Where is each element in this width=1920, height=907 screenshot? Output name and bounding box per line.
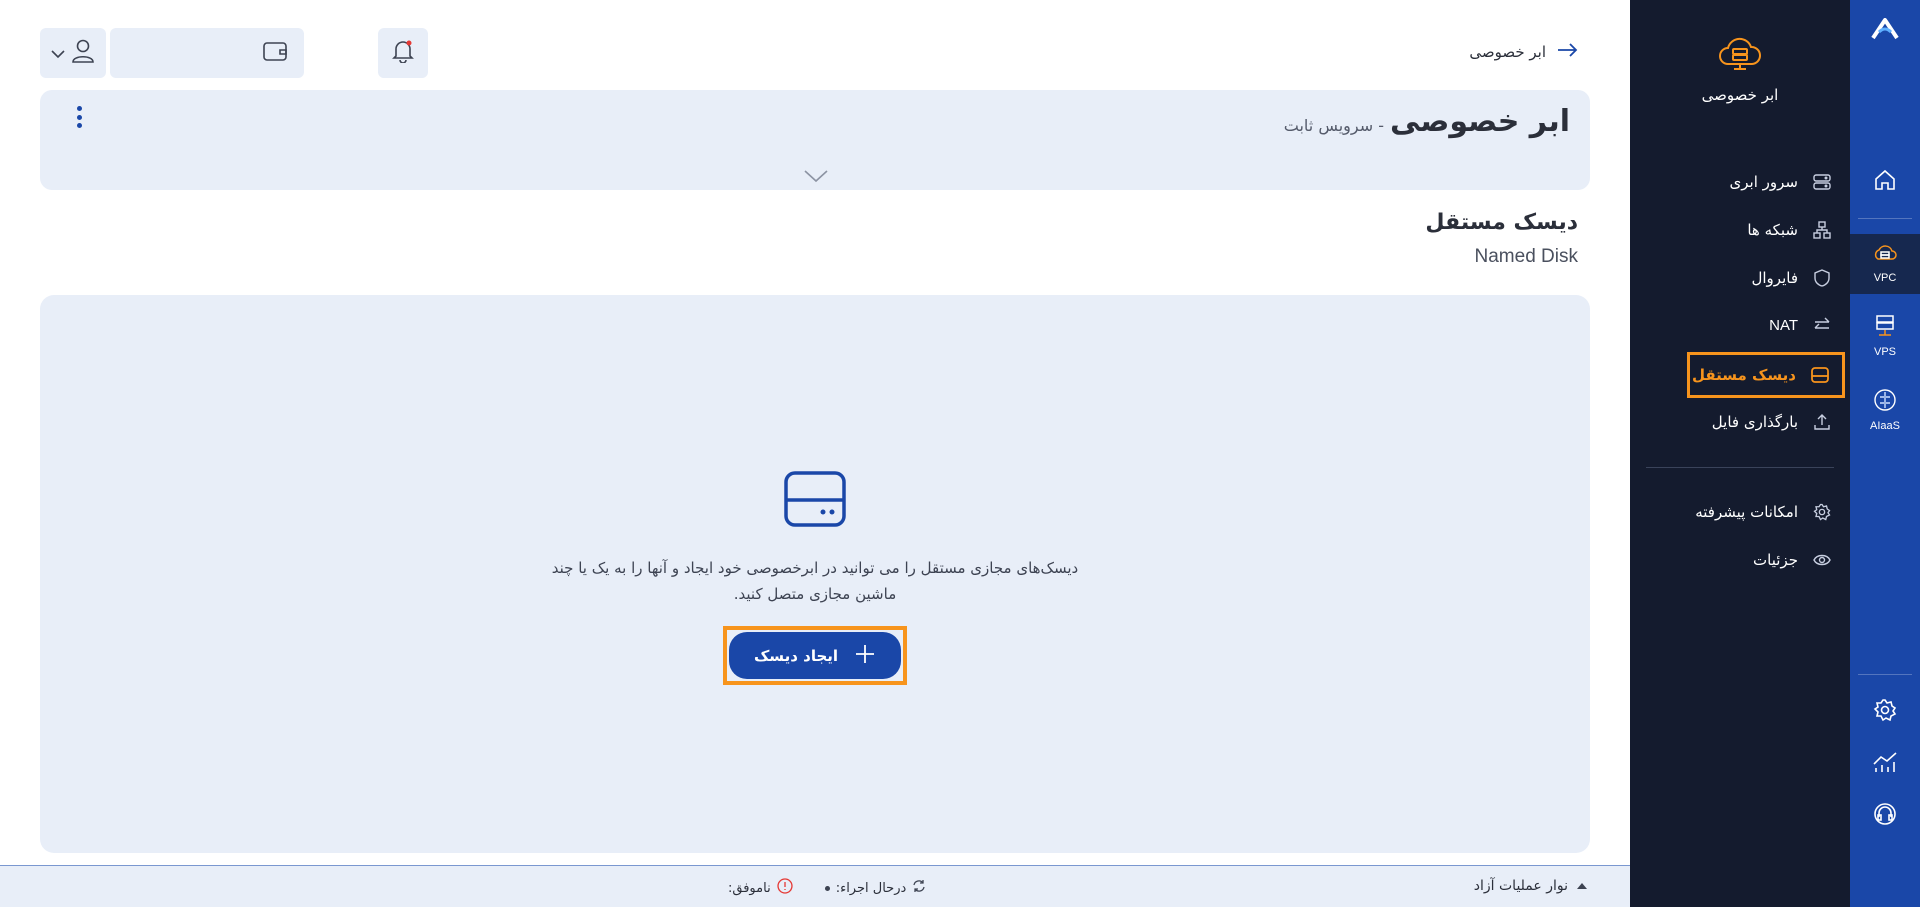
sidebar-divider — [1646, 467, 1834, 468]
private-cloud-icon — [1716, 37, 1764, 76]
vpc-icon — [1872, 244, 1898, 268]
bell-icon — [392, 39, 414, 67]
back-label: ابر خصوصی — [1469, 43, 1546, 61]
service-panel: ابر خصوصی - سرویس ثابت — [40, 90, 1590, 190]
arrow-right-icon — [1556, 42, 1578, 62]
expand-chevron-icon[interactable] — [804, 168, 828, 187]
running-label: درحال اجراء: — [835, 880, 907, 896]
sidebar-item-details[interactable]: جزئیات — [1672, 540, 1832, 580]
rail-vps[interactable]: VPS — [1850, 314, 1920, 358]
empty-state-panel: دیسک‌های مجازی مستقل را می توانید در ابر… — [40, 295, 1590, 853]
sidebar-item-firewall[interactable]: فایروال — [1672, 258, 1832, 298]
page-title: دیسک مستقل — [1425, 210, 1578, 235]
home-icon — [1873, 168, 1897, 196]
vps-icon — [1875, 314, 1895, 342]
failed-status: ناموفق: — [728, 878, 793, 898]
icon-rail: VPC VPS AIaaS — [1850, 0, 1920, 907]
rail-support[interactable] — [1850, 802, 1920, 830]
brand-logo[interactable] — [1850, 18, 1920, 44]
rail-aiaas-label: AIaaS — [1870, 420, 1900, 432]
service-title: ابر خصوصی - سرویس ثابت — [1284, 104, 1570, 139]
page-subtitle: Named Disk — [1474, 246, 1578, 267]
user-icon — [71, 38, 95, 68]
eye-icon — [1812, 550, 1832, 570]
plus-icon — [854, 643, 876, 669]
sidebar-header: ابر خصوصی — [1630, 36, 1850, 104]
wallet-icon — [262, 40, 288, 66]
operations-status: درحال اجراء: ناموفق: — [728, 878, 926, 898]
user-menu[interactable] — [40, 28, 106, 78]
empty-state-description: دیسک‌های مجازی مستقل را می توانید در ابر… — [551, 559, 1079, 603]
support-icon — [1873, 802, 1897, 830]
operations-bar-title: نوار عملیات آزاد — [1473, 878, 1568, 894]
sidebar-item-label: فایروال — [1751, 269, 1798, 287]
network-icon — [1812, 220, 1832, 240]
rail-vps-label: VPS — [1873, 346, 1896, 358]
more-menu-icon[interactable] — [74, 106, 84, 128]
running-status: درحال اجراء: — [824, 879, 927, 897]
rail-settings[interactable] — [1850, 698, 1920, 726]
arrows-icon — [1812, 315, 1832, 335]
refresh-icon — [912, 879, 926, 897]
rail-divider — [1858, 218, 1912, 219]
gear-icon — [1812, 502, 1832, 522]
operations-bar: نوار عملیات آزاد درحال اجراء: ناموفق: — [0, 865, 1630, 907]
shield-icon — [1812, 268, 1832, 288]
sidebar-item-label: امکانات پیشرفته — [1695, 503, 1798, 521]
hard-drive-icon — [783, 470, 847, 532]
rail-vpc-label: VPC — [1873, 272, 1897, 284]
notifications-button[interactable] — [378, 28, 428, 78]
sidebar-item-nat[interactable]: NAT — [1672, 305, 1832, 345]
sidebar-item-advanced[interactable]: امکانات پیشرفته — [1672, 492, 1832, 532]
disk-icon — [1810, 365, 1830, 385]
running-dot — [824, 885, 830, 891]
service-title-sub: - سرویس ثابت — [1283, 116, 1384, 135]
operations-bar-toggle[interactable]: نوار عملیات آزاد — [1474, 878, 1588, 894]
server-icon — [1812, 172, 1832, 192]
chevron-down-icon — [51, 44, 65, 63]
sidebar-item-label: بارگذاری فایل — [1711, 413, 1798, 431]
rail-divider-bottom — [1858, 674, 1912, 675]
rail-vpc[interactable]: VPC — [1850, 244, 1920, 284]
service-title-main: ابر خصوصی — [1390, 104, 1570, 139]
create-disk-button[interactable]: ایجاد دیسک — [729, 632, 901, 679]
sidebar-item-label: دیسک مستقل — [1691, 366, 1796, 384]
failed-label: ناموفق: — [728, 880, 771, 896]
sidebar-item-file-upload[interactable]: بارگذاری فایل — [1672, 402, 1832, 442]
rail-chart[interactable] — [1850, 750, 1920, 778]
sidebar-item-label: شبکه ها — [1747, 221, 1798, 239]
aiaas-icon — [1873, 388, 1897, 416]
upload-icon — [1812, 412, 1832, 432]
wallet-box[interactable] — [110, 28, 304, 78]
create-disk-highlight: ایجاد دیسک — [723, 626, 907, 685]
chart-icon — [1872, 750, 1898, 778]
sidebar-item-named-disk[interactable]: دیسک مستقل — [1687, 352, 1845, 398]
sidebar: ابر خصوصی سرور ابری شبکه ها فایروال NAT … — [1630, 0, 1850, 907]
alert-circle-icon — [777, 878, 793, 898]
create-disk-label: ایجاد دیسک — [753, 646, 839, 665]
back-link[interactable]: ابر خصوصی — [1469, 42, 1578, 62]
sidebar-item-label: جزئیات — [1753, 551, 1798, 569]
settings-icon — [1873, 698, 1897, 726]
sidebar-title: ابر خصوصی — [1701, 86, 1779, 104]
rail-aiaas[interactable]: AIaaS — [1850, 388, 1920, 432]
caret-up-icon — [1576, 878, 1588, 894]
sidebar-item-cloud-server[interactable]: سرور ابری — [1672, 162, 1832, 202]
sidebar-item-label: سرور ابری — [1729, 173, 1798, 191]
rail-home[interactable] — [1850, 168, 1920, 196]
sidebar-item-label: NAT — [1769, 316, 1798, 334]
sidebar-item-networks[interactable]: شبکه ها — [1672, 210, 1832, 250]
